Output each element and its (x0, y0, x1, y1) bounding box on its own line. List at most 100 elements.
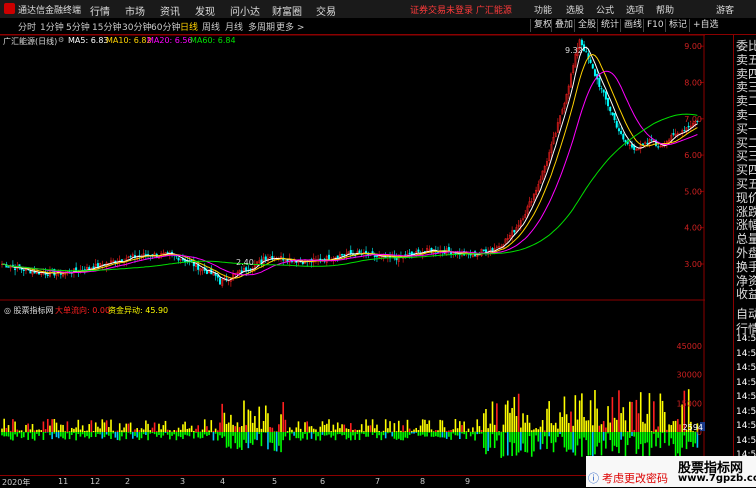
fund-bar-positive (389, 421, 391, 432)
fund-bar-negative (45, 432, 47, 433)
fund-bar-positive (245, 425, 247, 432)
fund-bar-negative (1, 432, 3, 435)
fund-bar-negative (56, 432, 58, 437)
user-guest[interactable]: 游客 (716, 3, 734, 16)
fund-bar-negative (219, 432, 221, 435)
fund-bar-positive (603, 421, 605, 432)
fund-bar-positive (8, 425, 10, 432)
menu-jiaoyi[interactable]: 交易 (316, 3, 336, 18)
fund-bar-negative (496, 432, 498, 441)
fund-bar-negative (354, 432, 356, 440)
fund-bar-positive (322, 421, 324, 432)
fund-bar-positive (407, 420, 409, 432)
fund-bar-negative (524, 432, 526, 452)
huaxian-button[interactable]: 画线 (620, 19, 645, 32)
add-favorite-button[interactable]: +自选 (689, 19, 722, 32)
fund-bar-negative (343, 432, 345, 435)
menu-caifuquan[interactable]: 财富圈 (272, 3, 302, 18)
fund-bar-positive (208, 430, 210, 432)
menu-bangzhu[interactable]: 帮助 (656, 3, 674, 16)
period-1min[interactable]: 1分钟 (40, 20, 64, 33)
fund-bar-positive (548, 401, 550, 432)
info-icon: ⓘ (588, 470, 599, 486)
change-password-hint[interactable]: 考虑更改密码 (602, 470, 668, 486)
fund-bar-positive (204, 419, 206, 432)
fund-bar-positive (546, 409, 548, 432)
fund-bar-negative (400, 432, 402, 440)
fund-bar-negative (623, 432, 625, 436)
fund-bar-negative (644, 432, 646, 443)
period-fenshi[interactable]: 分时 (18, 20, 36, 33)
fund-bar-negative (636, 432, 638, 454)
period-5min[interactable]: 5分钟 (66, 20, 90, 33)
fund-bar-negative (3, 432, 5, 436)
fund-bar-positive (263, 421, 265, 432)
kline-chart[interactable]: 9.008.007.006.005.004.003.009.322.40 ◎ 股… (0, 35, 705, 475)
period-more[interactable]: 更多 > (276, 20, 304, 33)
fund-bar-positive (527, 415, 529, 432)
fund-bar-negative (387, 432, 389, 433)
fund-bar-positive (82, 425, 84, 432)
fund-bar-positive (599, 426, 601, 432)
period-daily[interactable]: 日线 (180, 20, 198, 33)
fund-bar-positive (280, 414, 282, 432)
watermark: 股票指标网 www.7gpzb.com ⓘ 考虑更改密码 (586, 456, 756, 487)
period-weekly[interactable]: 周线 (202, 20, 220, 33)
menu-faxian[interactable]: 发现 (195, 3, 215, 18)
fund-bar-negative (324, 432, 326, 436)
tongji-button[interactable]: 统计 (597, 19, 622, 32)
menu-gongneng[interactable]: 功能 (534, 3, 552, 16)
fund-bar-positive (383, 431, 385, 432)
candle-body (585, 52, 587, 53)
fund-bar-negative (361, 432, 363, 434)
fund-bar-positive (112, 431, 114, 432)
diejia-button[interactable]: 叠加 (551, 19, 576, 32)
fund-bar-negative (287, 432, 289, 433)
menu-wenxiaoda[interactable]: 问小达 (230, 3, 260, 18)
biaoji-button[interactable]: 标记 (665, 19, 690, 32)
fund-bar-positive (457, 428, 459, 432)
fund-bar-negative (402, 432, 404, 440)
menu-gongshi[interactable]: 公式 (596, 3, 614, 16)
quote-field-label: 收益 (736, 285, 756, 302)
fund-bar-positive (56, 423, 58, 432)
menu-zixun[interactable]: 资讯 (160, 3, 180, 18)
login-notice[interactable]: 证券交易未登录 广汇能源 (410, 3, 512, 16)
fund-bar-negative (594, 432, 596, 454)
menu-shichang[interactable]: 市场 (125, 3, 145, 18)
fund-bar-negative (367, 432, 369, 437)
fund-bar-positive (450, 430, 452, 432)
candle-body (657, 147, 659, 148)
fund-bar-positive (14, 422, 16, 432)
fund-bar-positive (614, 418, 616, 432)
fund-bar-negative (82, 432, 84, 434)
period-60min[interactable]: 60分钟 (151, 20, 180, 33)
period-15min[interactable]: 15分钟 (92, 20, 121, 33)
quangu-button[interactable]: 全股 (574, 19, 599, 32)
fund-bar-negative (14, 432, 16, 434)
fund-bar-positive (125, 424, 127, 432)
period-multi[interactable]: 多周期 (248, 20, 275, 33)
fund-bar-negative (123, 432, 125, 433)
f10-button[interactable]: F10 (643, 19, 667, 32)
period-monthly[interactable]: 月线 (225, 20, 243, 33)
menu-xuangu[interactable]: 选股 (566, 3, 584, 16)
fund-bar-positive (300, 429, 302, 432)
fund-bar-positive (189, 428, 191, 432)
fund-bar-positive (6, 428, 8, 432)
fund-bar-positive (507, 401, 509, 432)
candle-body (688, 126, 690, 127)
fund-bar-negative (507, 432, 509, 456)
fund-bar-negative (248, 432, 250, 448)
menu-xuanxiang[interactable]: 选项 (626, 3, 644, 16)
candle-body (601, 88, 603, 89)
fund-bar-positive (636, 400, 638, 432)
quote-panel: 委比卖五卖四卖三卖二卖一买一买二买三买四买五现价涨跌涨幅总量外盘换手净资收益自动… (733, 35, 756, 487)
menu-hangqing[interactable]: 行情 (90, 3, 110, 18)
fund-bar-negative (500, 432, 502, 458)
fund-bar-positive (422, 419, 424, 432)
fund-bar-positive (396, 431, 398, 432)
fund-bar-negative (169, 432, 171, 439)
fund-bar-negative (95, 432, 97, 437)
period-30min[interactable]: 30分钟 (122, 20, 151, 33)
